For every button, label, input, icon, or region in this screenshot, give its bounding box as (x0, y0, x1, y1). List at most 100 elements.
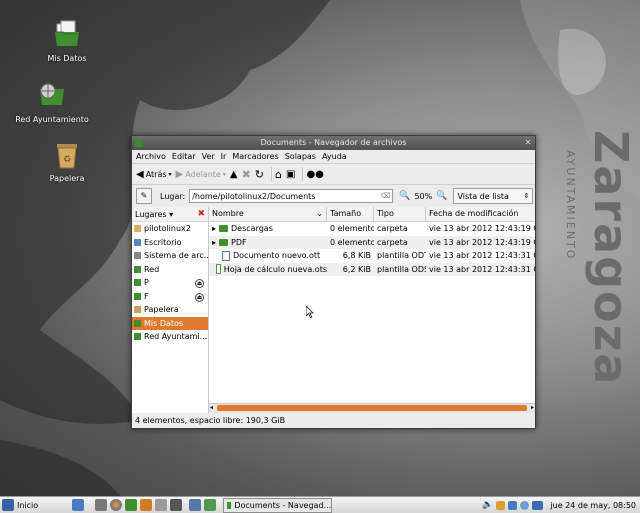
horizontal-scrollbar[interactable]: ◂ ▸ (209, 403, 535, 413)
volume-icon[interactable]: 🔈 (482, 500, 493, 510)
menu-ir[interactable]: Ir (221, 152, 227, 161)
close-icon[interactable]: ✕ (523, 138, 533, 148)
file-name: Descargas (231, 224, 273, 234)
folder-icon (135, 139, 143, 147)
updates-icon[interactable] (496, 500, 506, 510)
brand-main-text: Zaragoza (584, 130, 638, 387)
terminal-icon[interactable] (170, 499, 183, 511)
places-sidebar: Lugares ▾ ✖ pilotolinux2 Escritorio Sistem… (132, 207, 209, 413)
sidebar-mode-select[interactable]: Lugares ▾ (135, 210, 173, 219)
sidebar-item-label: Papelera (144, 305, 179, 315)
sidebar-item[interactable]: Mis Datos (132, 316, 208, 330)
start-button[interactable]: Inicio (0, 499, 38, 511)
calculator-icon[interactable] (95, 499, 108, 511)
desktop-icon-red-ayuntamiento[interactable]: Red Ayuntamiento (7, 79, 97, 124)
file-row[interactable]: ▸ Descargas 0 elementoscarpeta vie 13 abr 2… (209, 222, 535, 236)
toolbar: ◀ Atrás ▾ ▶ Adelante ▾ ▲ ✖ ↻ ⌂ ▣ ●● (132, 164, 535, 185)
eject-icon[interactable]: ⏏ (195, 279, 204, 288)
sidebar-header-label: Lugares (135, 209, 167, 219)
expander-icon[interactable]: ▸ (212, 224, 216, 233)
network-icon[interactable] (532, 500, 544, 510)
desktop-icon-mis-datos[interactable]: Mis Datos (22, 18, 112, 63)
menu-ayuda[interactable]: Ayuda (322, 152, 347, 161)
arrow-left-icon: ◀ (136, 168, 144, 180)
file-browser-window[interactable]: Documents - Navegador de archivos ✕ Arch… (131, 135, 536, 429)
menu-marcadores[interactable]: Marcadores (232, 152, 278, 161)
calc-sheet-icon[interactable] (204, 499, 217, 511)
back-button[interactable]: ◀ Atrás ▾ (136, 169, 172, 180)
location-input[interactable]: /home/pilotolinux2/Documents ⌫ (189, 189, 394, 203)
home-folder-icon (51, 18, 83, 50)
column-name-label: Nombre (212, 209, 244, 218)
printer-icon[interactable] (155, 499, 168, 511)
scrollbar-thumb[interactable] (217, 405, 527, 411)
view-select-value: Vista de lista (457, 191, 509, 201)
zoom-out-icon[interactable]: 🔍 (399, 191, 410, 201)
taskbar-window-button[interactable]: Documents - Navegad... (223, 497, 333, 513)
file-date: vie 13 abr 2012 12:43:31 CES (429, 264, 535, 274)
file-manager-icon[interactable] (125, 499, 138, 511)
brand-sub-text: AYUNTAMIENTO (564, 150, 577, 261)
sidebar-item[interactable]: Sistema de arc... (132, 249, 208, 263)
sidebar-item[interactable]: F ⏏ (132, 290, 208, 304)
scroll-right-icon[interactable]: ▸ (531, 404, 534, 411)
menu-ver[interactable]: Ver (202, 152, 215, 161)
sidebar-item[interactable]: Red Ayuntami... (132, 330, 208, 344)
column-type[interactable]: Tipo (374, 207, 426, 221)
eject-icon[interactable]: ⏏ (195, 292, 204, 302)
scroll-left-icon[interactable]: ◂ (210, 404, 213, 411)
file-name: Hoja de cálculo nueva.ots (223, 264, 327, 274)
sidebar-item[interactable]: P ⏏ (132, 276, 208, 290)
file-row[interactable]: Hoja de cálculo nueva.ots 6,2 KiB plantill… (209, 262, 535, 276)
menu-solapas[interactable]: Solapas (285, 152, 316, 161)
toggle-location-button[interactable]: ✎ (136, 188, 152, 204)
clipboard-icon[interactable] (508, 500, 518, 510)
sidebar-item[interactable]: Escritorio (132, 236, 208, 250)
search-button[interactable]: ●● (306, 169, 323, 180)
sidebar-item-label: Mis Datos (144, 318, 184, 328)
writer-icon[interactable] (189, 499, 202, 511)
desktop-icon-papelera[interactable]: ♻ Papelera (22, 138, 112, 183)
computer-button[interactable]: ▣ (286, 169, 295, 180)
show-desktop-icon[interactable] (72, 499, 85, 511)
sidebar-item-label: Escritorio (144, 237, 182, 247)
column-name[interactable]: Nombre ⌄ (209, 207, 327, 221)
sidebar-item[interactable]: Red (132, 263, 208, 277)
sidebar-item[interactable]: Papelera (132, 303, 208, 317)
sidebar-item[interactable]: pilotolinux2 (132, 222, 208, 236)
window-titlebar[interactable]: Documents - Navegador de archivos ✕ (132, 136, 535, 150)
column-date[interactable]: Fecha de modificación (426, 207, 535, 221)
menu-editar[interactable]: Editar (172, 152, 196, 161)
clear-icon[interactable]: ⌫ (380, 192, 390, 200)
trash-icon: ♻ (51, 138, 83, 170)
menu-archivo[interactable]: Archivo (136, 152, 166, 161)
up-button[interactable]: ▲ (230, 169, 238, 180)
stop-button[interactable]: ✖ (242, 168, 251, 181)
location-bar: ✎ Lugar: /home/pilotolinux2/Documents ⌫ … (132, 185, 535, 208)
desktop-icon-label: Mis Datos (47, 54, 87, 63)
file-row[interactable]: Documento nuevo.ott 6,8 KiB plantilla ODT v… (209, 249, 535, 263)
column-size[interactable]: Tamaño (327, 207, 374, 221)
reload-button[interactable]: ↻ (255, 168, 264, 181)
view-select[interactable]: Vista de lista ⇕ (453, 188, 534, 204)
clock[interactable]: jue 24 de may, 08:50 (550, 501, 636, 510)
file-row[interactable]: ▸ PDF 0 elementoscarpeta vie 13 abr 2012 12… (209, 235, 535, 249)
sidebar-header: Lugares ▾ ✖ (132, 207, 208, 222)
drive-icon (134, 279, 141, 287)
file-list-pane[interactable]: Nombre ⌄ Tamaño Tipo Fecha de modificaci… (209, 207, 535, 413)
home-icon (134, 225, 141, 233)
file-name-cell: ▸ PDF (209, 238, 327, 247)
chevron-down-icon: ▾ (168, 170, 172, 178)
zoom-in-icon[interactable]: 🔍 (436, 191, 447, 201)
forward-button[interactable]: ▶ Adelante ▾ (176, 169, 226, 180)
spreadsheet-icon (216, 264, 221, 275)
close-sidebar-icon[interactable]: ✖ (197, 209, 205, 219)
start-label: Inicio (17, 500, 39, 510)
settings-icon[interactable] (140, 499, 153, 511)
home-button[interactable]: ⌂ (275, 168, 282, 181)
file-size: 6,2 KiB (342, 264, 371, 274)
file-type: carpeta (377, 224, 408, 234)
expander-icon[interactable]: ▸ (212, 238, 216, 247)
firefox-icon[interactable] (110, 499, 123, 511)
power-icon[interactable] (520, 500, 530, 510)
